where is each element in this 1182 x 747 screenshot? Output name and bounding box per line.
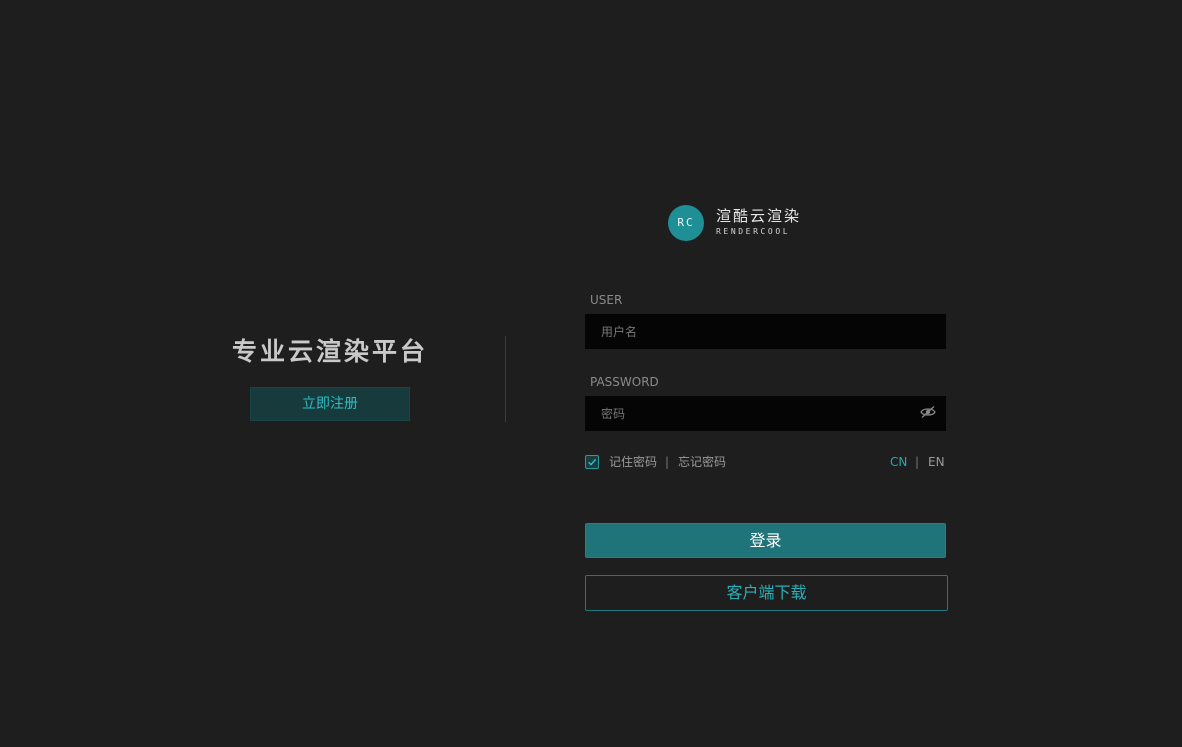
- vertical-divider: [505, 336, 506, 422]
- remember-password-checkbox[interactable]: [585, 455, 599, 469]
- lang-en-link[interactable]: EN: [928, 455, 945, 470]
- logo-name-cn: 渲酷云渲染: [716, 207, 802, 225]
- lang-cn-link[interactable]: CN: [890, 455, 907, 470]
- password-input[interactable]: [585, 396, 946, 431]
- register-button[interactable]: 立即注册: [250, 387, 410, 421]
- login-button[interactable]: 登录: [585, 523, 946, 558]
- lang-separator: |: [915, 455, 920, 469]
- user-label: USER: [590, 293, 623, 307]
- login-page: 专业云渲染平台 立即注册 RC 渲酷云渲染 RENDERCOOL USER PA…: [0, 0, 1182, 747]
- remember-password-label[interactable]: 记住密码: [609, 455, 657, 470]
- checkmark-icon: [588, 458, 597, 466]
- password-label: PASSWORD: [590, 375, 659, 389]
- forgot-password-link[interactable]: 忘记密码: [678, 455, 726, 470]
- platform-tagline: 专业云渲染平台: [232, 337, 429, 366]
- logo-mark: RC: [668, 205, 704, 241]
- client-download-button[interactable]: 客户端下载: [585, 575, 948, 611]
- brand-logo: RC 渲酷云渲染 RENDERCOOL: [668, 205, 838, 241]
- separator: |: [665, 455, 670, 469]
- username-input[interactable]: [585, 314, 946, 349]
- eye-slash-icon[interactable]: [920, 404, 936, 418]
- logo-name-en: RENDERCOOL: [716, 227, 791, 236]
